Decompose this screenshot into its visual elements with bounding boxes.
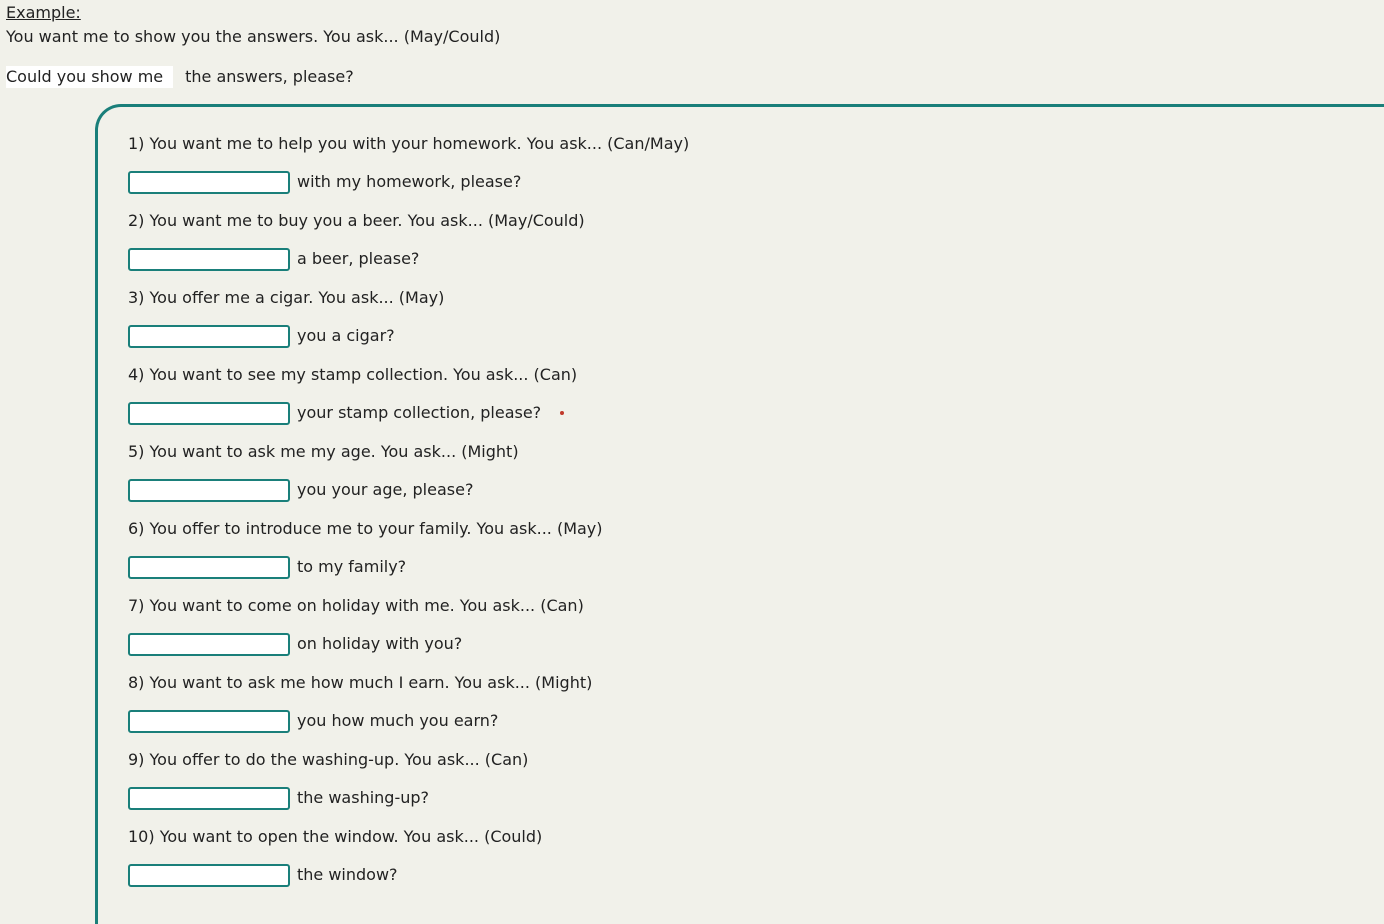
question-prompt: 7) You want to come on holiday with me. … <box>128 596 584 615</box>
example-completion: the answers, please? <box>185 67 354 86</box>
answer-row: you your age, please? <box>128 478 473 502</box>
answer-input-5[interactable] <box>128 478 290 502</box>
example-answer-row: Could you show me the answers, please? <box>6 66 354 88</box>
question-prompt: 6) You offer to introduce me to your fam… <box>128 519 603 538</box>
question-prompt: 9) You offer to do the washing-up. You a… <box>128 750 529 769</box>
answer-row: with my homework, please? <box>128 170 521 194</box>
answer-completion: you how much you earn? <box>297 711 499 730</box>
answer-input-7[interactable] <box>128 632 290 656</box>
answer-row: the washing-up? <box>128 786 429 810</box>
example-filled-answer: Could you show me <box>6 66 174 88</box>
answer-row: you a cigar? <box>128 324 395 348</box>
question-prompt: 4) You want to see my stamp collection. … <box>128 365 578 384</box>
answer-input-3[interactable] <box>128 324 290 348</box>
answer-input-4[interactable] <box>128 401 290 425</box>
answer-input-1[interactable] <box>128 170 290 194</box>
question-prompt: 1) You want me to help you with your hom… <box>128 134 690 153</box>
answer-input-6[interactable] <box>128 555 290 579</box>
answer-completion: with my homework, please? <box>297 172 522 191</box>
question-prompt: 10) You want to open the window. You ask… <box>128 827 543 846</box>
answer-completion: your stamp collection, please? <box>297 403 542 422</box>
answer-row: to my family? <box>128 555 406 579</box>
answer-row: you how much you earn? <box>128 709 498 733</box>
answer-completion: you a cigar? <box>297 326 395 345</box>
answer-completion: a beer, please? <box>297 249 420 268</box>
example-heading: Example: <box>6 3 81 22</box>
answer-input-10[interactable] <box>128 863 290 887</box>
answer-completion: the window? <box>297 865 398 884</box>
answer-row: your stamp collection, please? <box>128 401 565 425</box>
answer-completion: the washing-up? <box>297 788 430 807</box>
answer-completion: to my family? <box>297 557 407 576</box>
answer-input-9[interactable] <box>128 786 290 810</box>
answer-row: the window? <box>128 863 398 887</box>
example-prompt: You want me to show you the answers. You… <box>6 27 501 46</box>
answer-input-8[interactable] <box>128 709 290 733</box>
answer-row: a beer, please? <box>128 247 419 271</box>
question-prompt: 5) You want to ask me my age. You ask...… <box>128 442 519 461</box>
answer-completion: you your age, please? <box>297 480 474 499</box>
answer-row: on holiday with you? <box>128 632 462 656</box>
answer-input-2[interactable] <box>128 247 290 271</box>
question-prompt: 8) You want to ask me how much I earn. Y… <box>128 673 593 692</box>
question-prompt: 2) You want me to buy you a beer. You as… <box>128 211 585 230</box>
marker-dot-icon <box>560 411 565 415</box>
answer-completion: on holiday with you? <box>297 634 463 653</box>
question-prompt: 3) You offer me a cigar. You ask... (May… <box>128 288 445 307</box>
